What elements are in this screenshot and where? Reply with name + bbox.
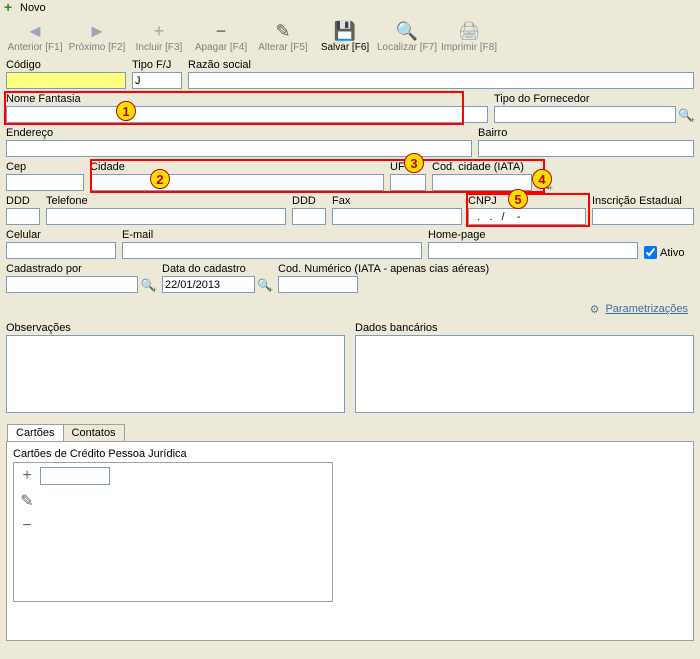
ativo-label: Ativo <box>660 247 684 259</box>
arrow-left-icon: ◄ <box>26 20 44 42</box>
cidade-input[interactable] <box>90 174 384 191</box>
cod-numerico-input[interactable] <box>278 276 358 293</box>
alterar-button[interactable]: ✎ Alterar [F5] <box>252 18 314 55</box>
bairro-input[interactable] <box>478 140 694 157</box>
data-cadastro-input[interactable] <box>162 276 255 293</box>
razao-input[interactable] <box>188 72 694 89</box>
ddd2-input[interactable] <box>292 208 326 225</box>
ativo-checkbox[interactable] <box>644 246 657 259</box>
tipofj-input[interactable] <box>132 72 182 89</box>
cartoes-list-cell[interactable] <box>40 467 110 485</box>
tab-host: Cartões Contatos Cartões de Crédito Pess… <box>6 441 694 641</box>
lookup-cadastrado-por-icon[interactable]: 🔍 <box>140 276 156 293</box>
email-input[interactable] <box>122 242 422 259</box>
print-icon: 🖨 <box>458 20 481 42</box>
marker-2: 2 <box>150 169 170 189</box>
lookup-data-cadastro-icon[interactable]: 🔍 <box>257 276 272 293</box>
cep-input[interactable] <box>6 174 84 191</box>
cartoes-box: + ✎ − <box>13 462 333 602</box>
save-icon: 💾 <box>334 20 356 42</box>
tab-cartoes[interactable]: Cartões <box>7 424 64 441</box>
marker-5: 5 <box>508 189 528 209</box>
fax-input[interactable] <box>332 208 462 225</box>
cartoes-remove-icon[interactable]: − <box>22 517 31 535</box>
observacoes-textarea[interactable] <box>6 335 345 413</box>
codigo-label: Código <box>6 59 126 71</box>
telefone-input[interactable] <box>46 208 286 225</box>
celular-label: Celular <box>6 229 116 241</box>
cadastrado-por-label: Cadastrado por <box>6 263 156 275</box>
tipofj-label: Tipo F/J <box>132 59 182 71</box>
minus-icon: − <box>216 20 227 42</box>
tipo-fornecedor-label: Tipo do Fornecedor <box>494 93 694 105</box>
toolbar: ◄ Anterior [F1] ► Próximo [F2] + Incluir… <box>0 16 700 55</box>
localizar-button[interactable]: 🔍 Localizar [F7] <box>376 18 438 55</box>
codigo-input[interactable] <box>6 72 126 89</box>
cartoes-edit-icon[interactable]: ✎ <box>20 491 33 511</box>
edit-icon: ✎ <box>275 20 290 42</box>
imprimir-button[interactable]: 🖨 Imprimir [F8] <box>438 18 500 55</box>
data-cadastro-label: Data do cadastro <box>162 263 272 275</box>
apagar-button[interactable]: − Apagar [F4] <box>190 18 252 55</box>
nome-fantasia-input[interactable] <box>6 106 488 123</box>
fax-label: Fax <box>332 195 462 207</box>
tab-contatos[interactable]: Contatos <box>63 424 125 441</box>
cnpj-input[interactable] <box>468 208 586 225</box>
marker-3: 3 <box>404 153 424 173</box>
cep-label: Cep <box>6 161 84 173</box>
ddd1-label: DDD <box>6 195 40 207</box>
lookup-tipo-fornecedor-icon[interactable]: 🔍 <box>678 106 694 123</box>
cadastrado-por-input[interactable] <box>6 276 138 293</box>
incluir-button[interactable]: + Incluir [F3] <box>128 18 190 55</box>
homepage-input[interactable] <box>428 242 638 259</box>
tipo-fornecedor-input[interactable] <box>494 106 676 123</box>
nome-fantasia-label: Nome Fantasia <box>6 93 488 105</box>
ddd2-label: DDD <box>292 195 326 207</box>
celular-input[interactable] <box>6 242 116 259</box>
bairro-label: Bairro <box>478 127 694 139</box>
endereco-input[interactable] <box>6 140 472 157</box>
search-icon: 🔍 <box>396 20 418 42</box>
arrow-right-icon: ► <box>88 20 106 42</box>
marker-1: 1 <box>116 101 136 121</box>
page-title: Novo <box>20 2 46 14</box>
telefone-label: Telefone <box>46 195 286 207</box>
dados-bancarios-label: Dados bancários <box>355 322 694 334</box>
cod-numerico-label: Cod. Numérico (IATA - apenas cias aéreas… <box>278 263 508 275</box>
insc-est-label: Inscrição Estadual <box>592 195 694 207</box>
cidade-label: Cidade <box>90 161 384 173</box>
observacoes-label: Observações <box>6 322 345 334</box>
endereco-label: Endereço <box>6 127 472 139</box>
dados-bancarios-textarea[interactable] <box>355 335 694 413</box>
ddd1-input[interactable] <box>6 208 40 225</box>
cartoes-add-icon[interactable]: + <box>22 467 31 485</box>
anterior-button[interactable]: ◄ Anterior [F1] <box>4 18 66 55</box>
parametrizacoes-link[interactable]: Parametrizações <box>605 303 688 316</box>
plus-icon: + <box>154 20 165 42</box>
uf-input[interactable] <box>390 174 426 191</box>
add-icon: + <box>4 2 16 14</box>
razao-label: Razão social <box>188 59 694 71</box>
salvar-button[interactable]: 💾 Salvar [F6] <box>314 18 376 55</box>
insc-est-input[interactable] <box>592 208 694 225</box>
cartoes-grupo-label: Cartões de Crédito Pessoa Jurídica <box>13 448 687 460</box>
proximo-button[interactable]: ► Próximo [F2] <box>66 18 128 55</box>
gear-icon: ⚙ <box>590 303 600 316</box>
marker-4: 4 <box>532 169 552 189</box>
email-label: E-mail <box>122 229 422 241</box>
homepage-label: Home-page <box>428 229 638 241</box>
